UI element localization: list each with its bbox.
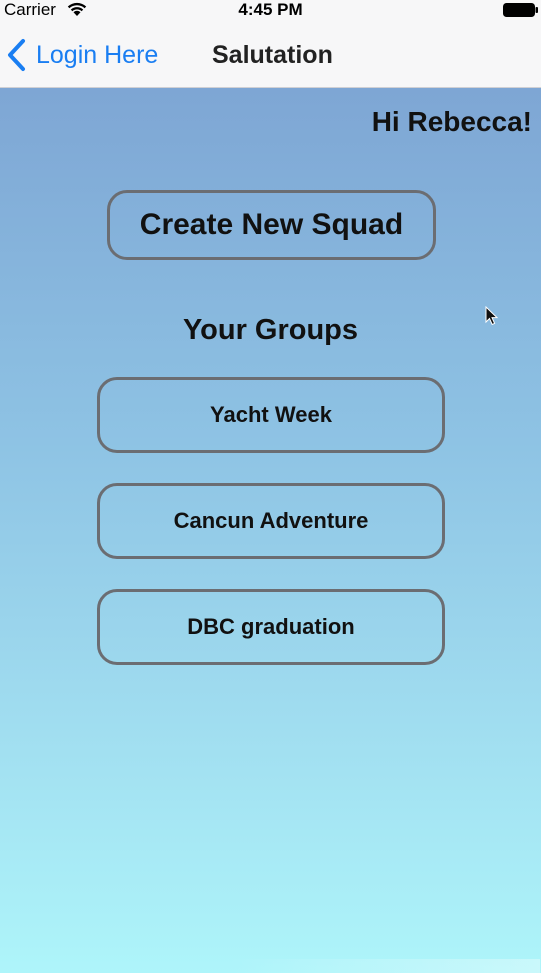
status-bar: Carrier 4:45 PM bbox=[0, 0, 541, 20]
greeting-text: Hi Rebecca! bbox=[371, 106, 532, 137]
back-button[interactable]: Login Here bbox=[6, 36, 158, 74]
create-new-squad-label: Create New Squad bbox=[139, 208, 404, 241]
group-button-dbc-graduation[interactable]: DBC graduation bbox=[97, 589, 445, 665]
group-button-label: Cancun Adventure bbox=[173, 508, 369, 533]
group-button-label: Yacht Week bbox=[210, 402, 332, 427]
chevron-left-icon bbox=[8, 39, 25, 71]
group-button-cancun-adventure[interactable]: Cancun Adventure bbox=[97, 483, 445, 559]
battery-icon bbox=[503, 3, 538, 17]
navigation-bar: Login Here Salutation bbox=[0, 20, 541, 88]
status-time: 4:45 PM bbox=[238, 0, 303, 19]
main-content: Hi Rebecca! Create New Squad Your Groups… bbox=[0, 88, 541, 973]
page-title: Salutation bbox=[212, 41, 333, 69]
create-new-squad-button[interactable]: Create New Squad bbox=[107, 190, 436, 260]
group-button-label: DBC graduation bbox=[187, 614, 355, 639]
mouse-cursor-icon bbox=[485, 306, 499, 326]
back-button-label: Login Here bbox=[36, 40, 159, 69]
your-groups-heading: Your Groups bbox=[182, 314, 359, 346]
app-screen: Carrier 4:45 PM Login Here Salutation Hi… bbox=[0, 0, 541, 973]
group-button-yacht-week[interactable]: Yacht Week bbox=[97, 377, 445, 453]
bottom-glow bbox=[230, 959, 540, 973]
